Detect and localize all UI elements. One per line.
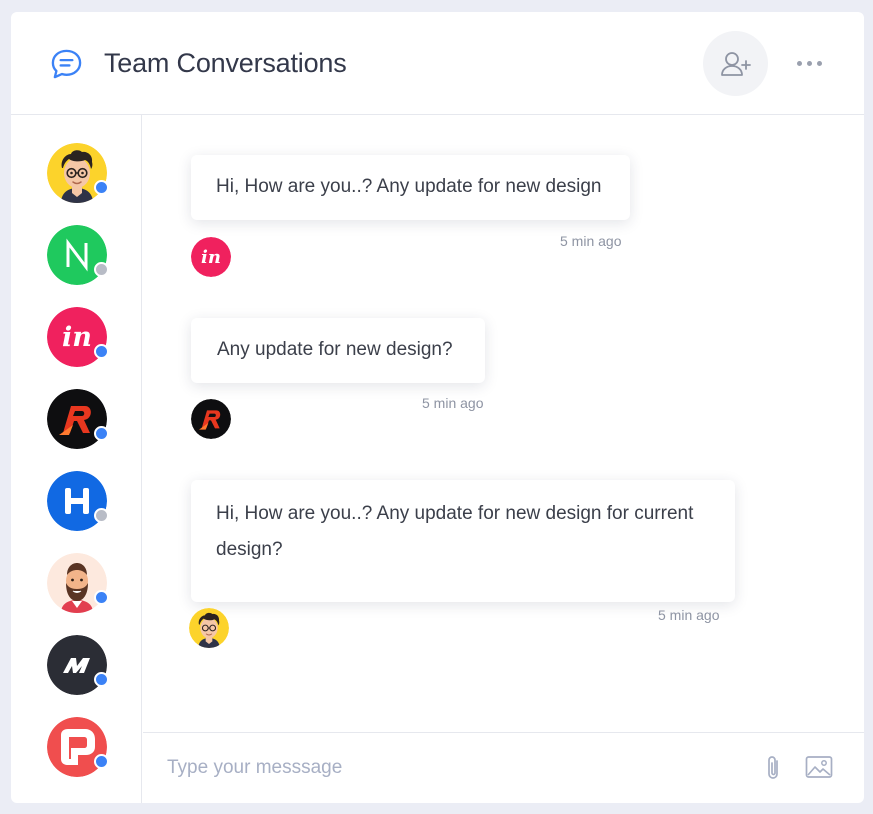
chat-window: Team Conversations in Hi, How are you..?… xyxy=(11,12,864,803)
more-dots-icon xyxy=(796,60,802,66)
message-composer xyxy=(143,732,864,803)
status-dot-online xyxy=(94,426,109,441)
message-thread: Hi, How are you..? Any update for new de… xyxy=(143,115,864,732)
message-text: Hi, How are you..? Any update for new de… xyxy=(216,503,694,560)
svg-text:in: in xyxy=(201,247,221,268)
invision-logo-avatar: in xyxy=(191,237,231,277)
status-dot-online xyxy=(94,754,109,769)
message-time: 5 min ago xyxy=(422,395,484,411)
contact-item-3[interactable]: in xyxy=(47,307,109,367)
r-logo-avatar xyxy=(191,399,231,439)
contact-item-1[interactable] xyxy=(47,143,109,203)
message-input[interactable] xyxy=(165,751,729,785)
status-dot-online xyxy=(94,672,109,687)
image-icon xyxy=(805,756,833,778)
page-title: Team Conversations xyxy=(104,48,347,78)
chat-bubble-icon xyxy=(51,49,82,79)
more-options-button[interactable] xyxy=(789,50,829,76)
message-text: Hi, How are you..? Any update for new de… xyxy=(216,176,602,197)
contact-item-2[interactable] xyxy=(47,225,109,285)
status-dot-offline xyxy=(94,508,109,523)
message-avatar[interactable] xyxy=(189,608,229,648)
contact-item-6[interactable] xyxy=(47,553,109,613)
contact-item-4[interactable] xyxy=(47,389,109,449)
status-dot-online xyxy=(94,590,109,605)
message-time: 5 min ago xyxy=(658,607,720,623)
attach-button[interactable] xyxy=(765,754,783,787)
more-dots-icon xyxy=(806,60,812,66)
header: Team Conversations xyxy=(11,12,864,115)
status-dot-online xyxy=(94,344,109,359)
status-dot-offline xyxy=(94,262,109,277)
message-bubble: Hi, How are you..? Any update for new de… xyxy=(191,155,630,220)
message-bubble: Hi, How are you..? Any update for new de… xyxy=(191,480,735,602)
message-text: Any update for new design? xyxy=(217,339,453,360)
message-time: 5 min ago xyxy=(560,233,622,249)
image-upload-button[interactable] xyxy=(805,755,833,784)
add-user-button[interactable] xyxy=(703,31,768,96)
contact-item-8[interactable] xyxy=(47,717,109,777)
add-user-icon xyxy=(720,51,751,76)
message-bubble: Any update for new design? xyxy=(191,318,485,383)
message-avatar[interactable] xyxy=(191,399,231,439)
cartoon-man-glasses-avatar xyxy=(189,608,229,648)
status-dot-online xyxy=(94,180,109,195)
contacts-sidebar: in xyxy=(11,115,142,803)
paperclip-icon xyxy=(768,756,778,779)
svg-text:in: in xyxy=(62,322,92,353)
message-avatar[interactable]: in xyxy=(191,237,231,277)
more-dots-icon xyxy=(816,60,822,66)
contact-item-5[interactable] xyxy=(47,471,109,531)
contact-item-7[interactable] xyxy=(47,635,109,695)
